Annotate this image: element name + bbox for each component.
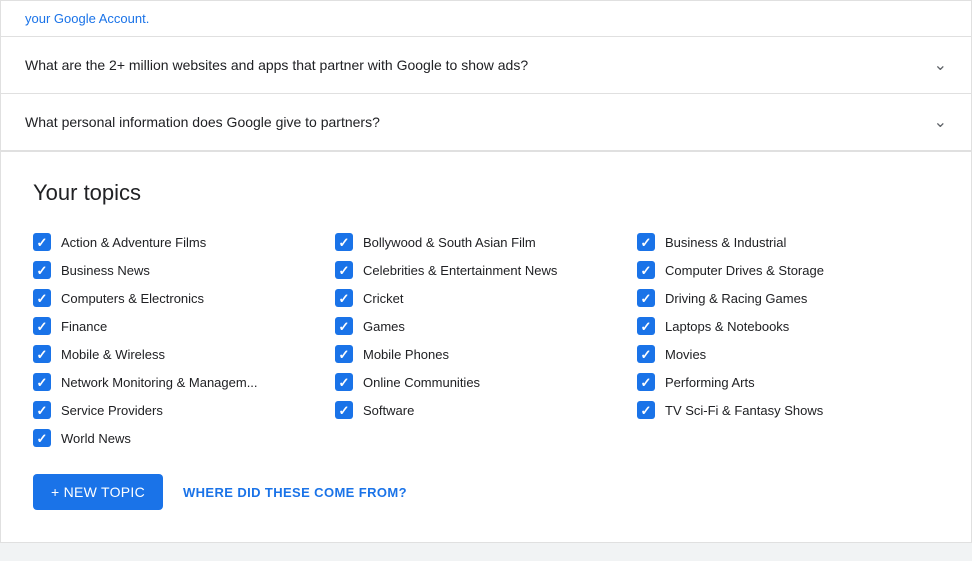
checkbox-network-monitoring[interactable]: ✓ [33,373,51,391]
topic-label-computer-drives-storage: Computer Drives & Storage [665,263,824,278]
partial-top-bar: your Google Account. [0,0,972,36]
faq-section: What are the 2+ million websites and app… [0,36,972,151]
topic-item-performing-arts[interactable]: ✓ Performing Arts [637,368,939,396]
topic-item-laptops-notebooks[interactable]: ✓ Laptops & Notebooks [637,312,939,340]
checkbox-celebrities[interactable]: ✓ [335,261,353,279]
topic-label-laptops-notebooks: Laptops & Notebooks [665,319,789,334]
checkbox-performing-arts[interactable]: ✓ [637,373,655,391]
page-wrapper: your Google Account. What are the 2+ mil… [0,0,972,543]
topic-col-2: ✓ Bollywood & South Asian Film ✓ Celebri… [335,228,637,452]
topic-item-celebrities[interactable]: ✓ Celebrities & Entertainment News [335,256,637,284]
chevron-down-icon-2: ⌄ [934,112,947,132]
topic-label-business-news: Business News [61,263,150,278]
checkbox-mobile-wireless[interactable]: ✓ [33,345,51,363]
topic-item-driving-racing-games[interactable]: ✓ Driving & Racing Games [637,284,939,312]
topic-item-business-news[interactable]: ✓ Business News [33,256,335,284]
topic-label-tv-scifi: TV Sci-Fi & Fantasy Shows [665,403,823,418]
checkbox-games[interactable]: ✓ [335,317,353,335]
checkbox-action-adventure[interactable]: ✓ [33,233,51,251]
topic-label-action-adventure: Action & Adventure Films [61,235,206,250]
topic-item-tv-scifi[interactable]: ✓ TV Sci-Fi & Fantasy Shows [637,396,939,424]
topic-label-performing-arts: Performing Arts [665,375,755,390]
checkbox-software[interactable]: ✓ [335,401,353,419]
topic-item-service-providers[interactable]: ✓ Service Providers [33,396,335,424]
checkbox-business-news[interactable]: ✓ [33,261,51,279]
topic-label-computers-electronics: Computers & Electronics [61,291,204,306]
faq-item-1[interactable]: What are the 2+ million websites and app… [1,37,971,94]
topic-label-business-industrial: Business & Industrial [665,235,786,250]
faq-question-2: What personal information does Google gi… [25,114,380,130]
topic-item-computer-drives-storage[interactable]: ✓ Computer Drives & Storage [637,256,939,284]
topic-label-games: Games [363,319,405,334]
topic-label-driving-racing-games: Driving & Racing Games [665,291,807,306]
new-topic-button[interactable]: + NEW TOPIC [33,474,163,510]
checkbox-driving-racing-games[interactable]: ✓ [637,289,655,307]
actions-row: + NEW TOPIC WHERE DID THESE COME FROM? [33,474,939,510]
checkbox-online-communities[interactable]: ✓ [335,373,353,391]
checkbox-laptops-notebooks[interactable]: ✓ [637,317,655,335]
topic-item-games[interactable]: ✓ Games [335,312,637,340]
faq-question-1: What are the 2+ million websites and app… [25,57,528,73]
topic-item-network-monitoring[interactable]: ✓ Network Monitoring & Managem... [33,368,335,396]
topic-label-software: Software [363,403,414,418]
topic-label-online-communities: Online Communities [363,375,480,390]
checkbox-business-industrial[interactable]: ✓ [637,233,655,251]
topic-col-3: ✓ Business & Industrial ✓ Computer Drive… [637,228,939,452]
topic-item-software[interactable]: ✓ Software [335,396,637,424]
checkbox-computers-electronics[interactable]: ✓ [33,289,51,307]
topic-col-1: ✓ Action & Adventure Films ✓ Business Ne… [33,228,335,452]
topic-label-service-providers: Service Providers [61,403,163,418]
topics-grid: ✓ Action & Adventure Films ✓ Business Ne… [33,228,939,452]
checkbox-movies[interactable]: ✓ [637,345,655,363]
topic-label-cricket: Cricket [363,291,403,306]
topic-label-bollywood: Bollywood & South Asian Film [363,235,536,250]
topic-item-cricket[interactable]: ✓ Cricket [335,284,637,312]
topic-label-world-news: World News [61,431,131,446]
checkbox-service-providers[interactable]: ✓ [33,401,51,419]
topic-item-computers-electronics[interactable]: ✓ Computers & Electronics [33,284,335,312]
topic-label-mobile-phones: Mobile Phones [363,347,449,362]
checkbox-tv-scifi[interactable]: ✓ [637,401,655,419]
topics-title: Your topics [33,180,939,206]
topic-label-network-monitoring: Network Monitoring & Managem... [61,375,258,390]
topic-item-finance[interactable]: ✓ Finance [33,312,335,340]
topic-label-mobile-wireless: Mobile & Wireless [61,347,165,362]
topic-label-movies: Movies [665,347,706,362]
topic-item-online-communities[interactable]: ✓ Online Communities [335,368,637,396]
checkbox-computer-drives-storage[interactable]: ✓ [637,261,655,279]
topic-item-action-adventure[interactable]: ✓ Action & Adventure Films [33,228,335,256]
chevron-down-icon-1: ⌄ [934,55,947,75]
topic-item-business-industrial[interactable]: ✓ Business & Industrial [637,228,939,256]
topic-item-world-news[interactable]: ✓ World News [33,424,335,452]
checkbox-bollywood[interactable]: ✓ [335,233,353,251]
topic-item-mobile-phones[interactable]: ✓ Mobile Phones [335,340,637,368]
faq-item-2[interactable]: What personal information does Google gi… [1,94,971,151]
checkbox-mobile-phones[interactable]: ✓ [335,345,353,363]
topic-item-mobile-wireless[interactable]: ✓ Mobile & Wireless [33,340,335,368]
topic-label-celebrities: Celebrities & Entertainment News [363,263,557,278]
checkbox-world-news[interactable]: ✓ [33,429,51,447]
topics-section: Your topics ✓ Action & Adventure Films ✓… [0,151,972,543]
checkbox-cricket[interactable]: ✓ [335,289,353,307]
checkbox-finance[interactable]: ✓ [33,317,51,335]
topic-label-finance: Finance [61,319,107,334]
topic-item-bollywood[interactable]: ✓ Bollywood & South Asian Film [335,228,637,256]
where-link[interactable]: WHERE DID THESE COME FROM? [183,485,407,500]
topic-item-movies[interactable]: ✓ Movies [637,340,939,368]
